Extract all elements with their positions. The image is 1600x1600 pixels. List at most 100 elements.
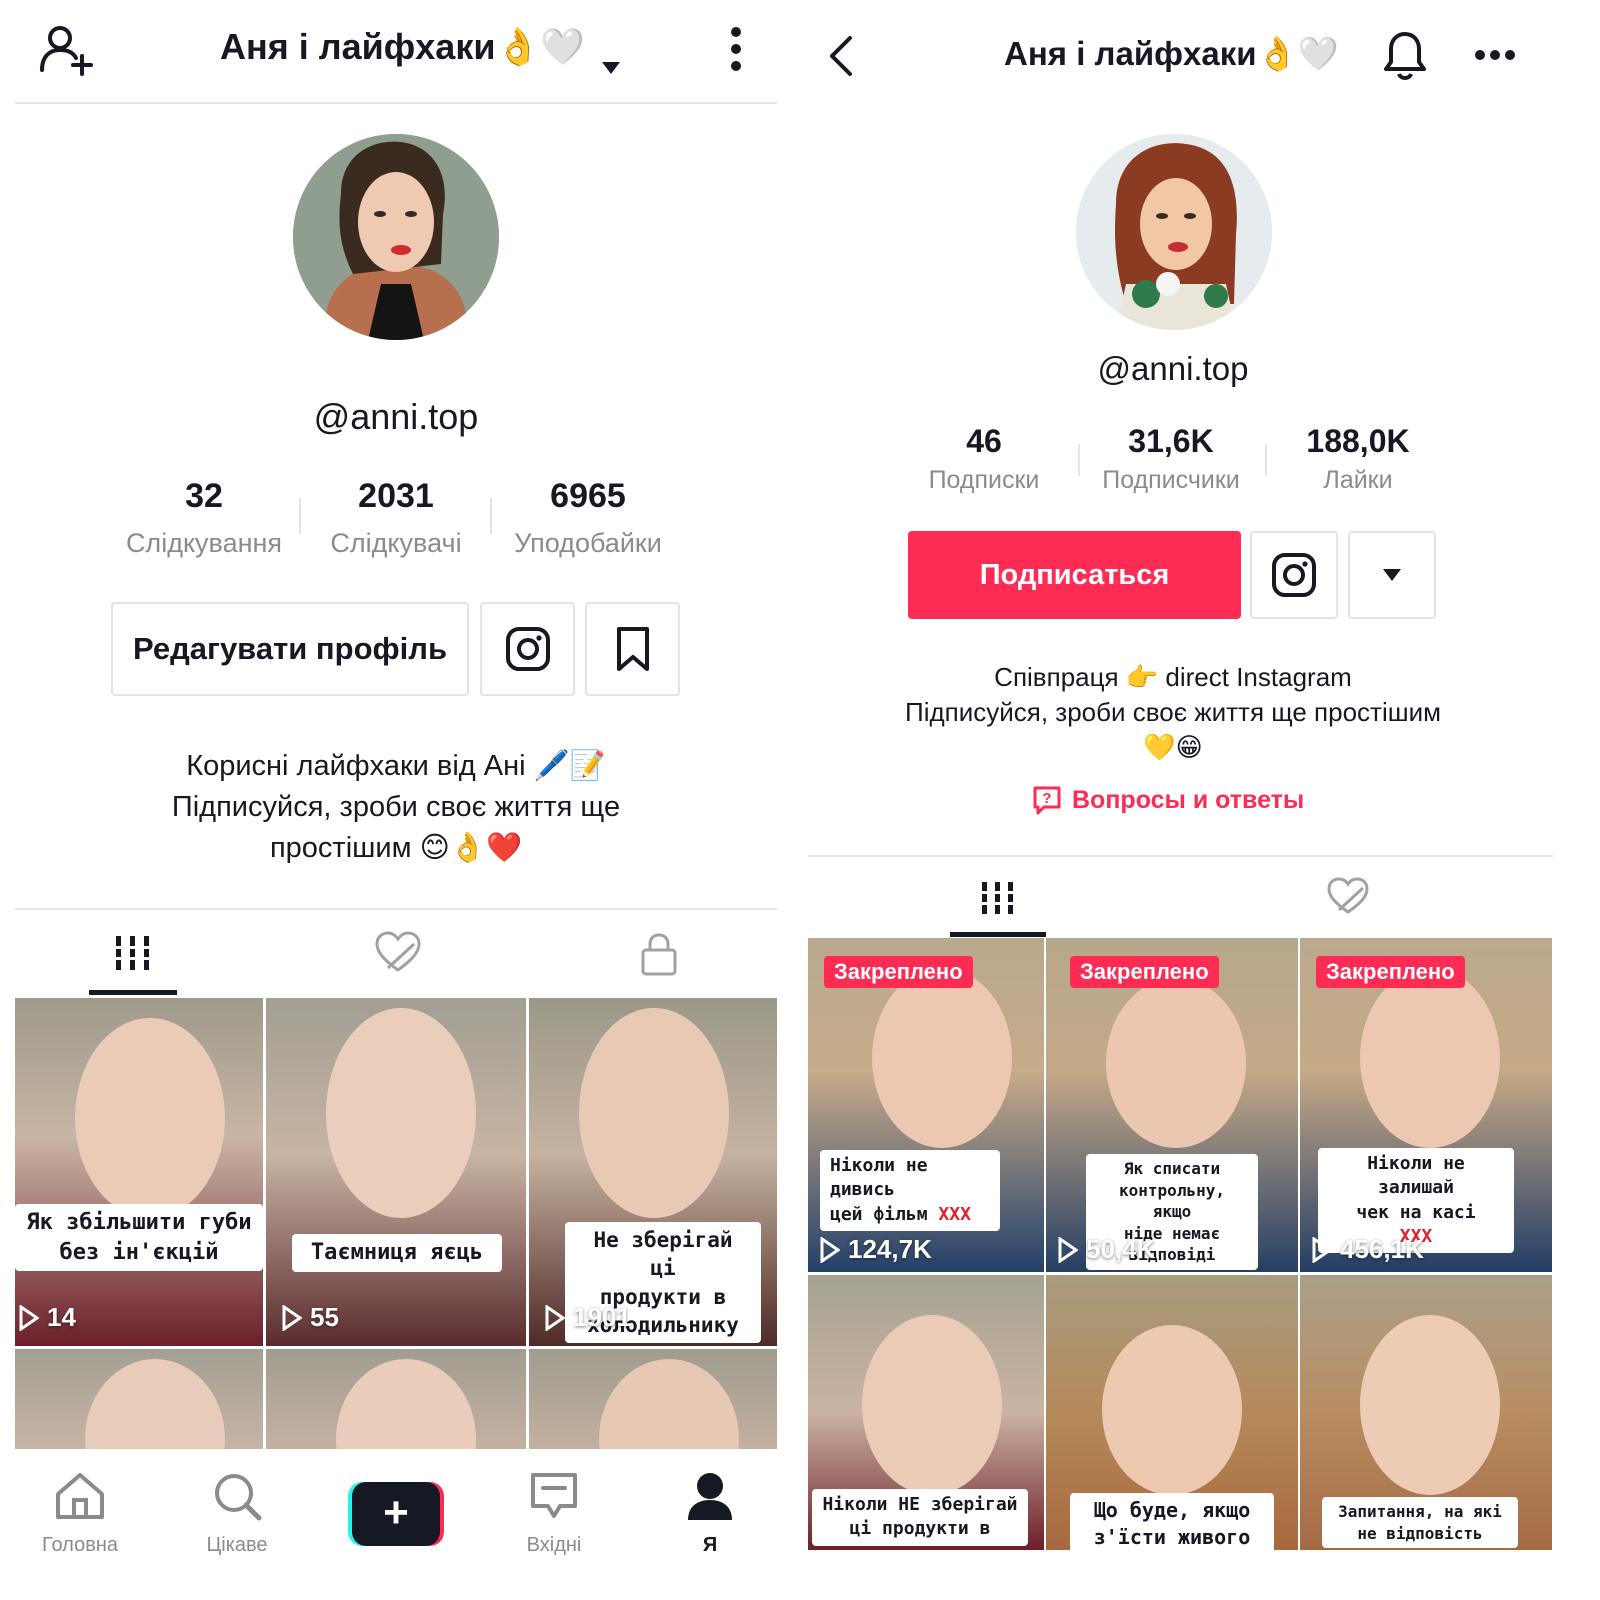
svg-text:?: ? (1042, 790, 1051, 807)
avatar[interactable] (1076, 134, 1272, 330)
grid-icon[interactable] (114, 934, 152, 972)
bio-line: Підписуйся, зроби своє життя ще (171, 791, 621, 823)
view-count: 456,1K (1312, 1234, 1424, 1265)
tab-active-indicator (950, 932, 1046, 937)
title-emoji: 👌🤍 (1256, 35, 1339, 72)
header-divider (15, 102, 777, 104)
video-caption: Запитання, на які не відповість (1322, 1497, 1518, 1549)
suggested-accounts-button[interactable] (1348, 531, 1436, 619)
title-emoji: 👌🤍 (495, 26, 586, 67)
create-button[interactable]: + (348, 1482, 444, 1546)
nav-discover[interactable]: Цікаве (187, 1470, 287, 1560)
instagram-icon (505, 627, 550, 671)
instagram-button[interactable] (1250, 531, 1338, 619)
play-icon (1312, 1236, 1332, 1263)
pinned-badge: Закреплено (1316, 956, 1465, 988)
view-count: 124,7K (820, 1234, 932, 1265)
likes-label: Уподобайки (514, 528, 662, 558)
bio-line: Корисні лайфхаки від Ані 🖊️📝 (186, 750, 606, 782)
back-arrow-icon[interactable] (826, 34, 854, 78)
likes-count[interactable]: 188,0K (1268, 423, 1448, 460)
video-caption: Що буде, якщо з'їсти живого (1070, 1493, 1274, 1550)
likes-label: Лайки (1323, 466, 1393, 494)
nav-inbox[interactable]: Вхідні (504, 1470, 604, 1560)
followers-count[interactable]: 2031 (296, 477, 496, 516)
question-icon: ? (1033, 786, 1061, 815)
video-thumbnail[interactable]: Закреплено Як списати контрольну, якщо нід… (1046, 938, 1298, 1272)
play-icon (545, 1304, 565, 1331)
following-count[interactable]: 46 (894, 423, 1074, 460)
play-icon (1058, 1236, 1078, 1263)
bio-line: простішим 😊👌❤️ (269, 832, 523, 864)
account-switcher[interactable]: Аня і лайфхаки👌🤍 (220, 26, 621, 74)
more-horizontal-icon[interactable] (1474, 48, 1516, 62)
nav-home[interactable]: Головна (30, 1470, 130, 1560)
liked-hidden-icon[interactable] (374, 930, 422, 974)
following-label: Подписки (928, 466, 1040, 494)
nav-home-label: Головна (42, 1534, 118, 1556)
bio-line: Підписуйся, зроби своє життя ще простіши… (905, 697, 1441, 727)
create-plus: + (352, 1482, 440, 1546)
followers-label: Слідкувачі (330, 528, 462, 558)
play-icon (820, 1236, 840, 1263)
liked-hidden-icon[interactable] (1326, 876, 1370, 916)
add-user-icon[interactable] (38, 22, 98, 76)
video-thumbnail[interactable] (529, 1349, 777, 1449)
profile-bio: Співпраця 👉 direct Instagram Підписуйся,… (808, 660, 1538, 765)
video-thumbnail[interactable] (15, 1349, 263, 1449)
instagram-button[interactable] (480, 602, 575, 696)
bio-line: Співпраця 👉 direct Instagram (994, 662, 1352, 692)
right-profile-screen: Аня і лайфхаки👌🤍 @anni.top 46 Подписки 3… (808, 0, 1600, 1600)
video-thumbnail[interactable]: Закреплено Ніколи не залишай чек на касі X… (1300, 938, 1552, 1272)
bio-divider (808, 855, 1553, 857)
edit-profile-label: Редагувати профіль (132, 631, 448, 666)
profile-title: Аня і лайфхаки (1004, 35, 1257, 72)
followers-count[interactable]: 31,6K (1081, 423, 1261, 460)
chevron-down-icon (1383, 569, 1401, 581)
video-caption: Ніколи не дивись цей фільм XXX (820, 1150, 1000, 1231)
nav-discover-label: Цікаве (206, 1534, 268, 1556)
play-icon (282, 1304, 302, 1331)
video-thumbnail[interactable]: Запитання, на які не відповість (1300, 1275, 1552, 1550)
follow-label: Подписаться (979, 558, 1170, 591)
video-thumbnail[interactable]: Як збільшити губи без ін'єкцій 14 (15, 998, 263, 1346)
view-count: 14 (19, 1302, 76, 1333)
follow-button[interactable]: Подписаться (908, 531, 1241, 619)
bio-line: 💛😁 (1143, 732, 1203, 762)
inbox-icon (531, 1473, 577, 1518)
edit-profile-button[interactable]: Редагувати профіль (111, 602, 469, 696)
nav-me-label: Я (702, 1534, 718, 1556)
video-thumbnail[interactable]: Закреплено Ніколи не дивись цей фільм XXX… (808, 938, 1044, 1272)
video-thumbnail[interactable]: Не зберігай ці продукти в холодильнику 190… (529, 998, 777, 1346)
view-count: 1901 (545, 1302, 631, 1333)
play-icon (19, 1304, 39, 1331)
favorites-button[interactable] (585, 602, 680, 696)
video-caption: Як збільшити губи без ін'єкцій (15, 1204, 263, 1272)
stat-separator (1265, 444, 1267, 476)
likes-count[interactable]: 6965 (488, 477, 688, 516)
bell-icon[interactable] (1382, 30, 1428, 81)
nav-me[interactable]: Я (660, 1470, 760, 1560)
video-thumbnail[interactable]: Таємниця яєць 55 (266, 998, 526, 1346)
video-caption: Таємниця яєць (292, 1234, 502, 1272)
bio-divider (15, 908, 777, 910)
search-icon (215, 1474, 262, 1521)
lock-icon[interactable] (640, 932, 678, 976)
grid-icon[interactable] (980, 880, 1016, 916)
avatar[interactable] (293, 134, 499, 340)
video-thumbnail[interactable] (266, 1349, 526, 1449)
more-vertical-icon[interactable] (728, 26, 744, 74)
home-icon (56, 1473, 104, 1519)
following-label: Слідкування (125, 528, 283, 558)
left-profile-screen: Аня і лайфхаки👌🤍 @anni.top 32 Слідкуванн… (0, 0, 800, 1600)
following-count[interactable]: 32 (104, 477, 304, 516)
profile-title: Аня і лайфхаки (220, 26, 496, 67)
qa-link[interactable]: ? Вопросы и ответы (1032, 782, 1304, 818)
view-count: 55 (282, 1302, 339, 1333)
video-caption: Ніколи НЕ зберігай ці продукти в (812, 1489, 1028, 1546)
profile-title-row: Аня і лайфхаки👌🤍 (1004, 35, 1339, 74)
nav-inbox-label: Вхідні (526, 1534, 582, 1556)
video-thumbnail[interactable]: Що буде, якщо з'їсти живого (1046, 1275, 1298, 1550)
video-thumbnail[interactable]: Ніколи НЕ зберігай ці продукти в (808, 1275, 1044, 1550)
profile-handle: @anni.top (313, 396, 479, 437)
